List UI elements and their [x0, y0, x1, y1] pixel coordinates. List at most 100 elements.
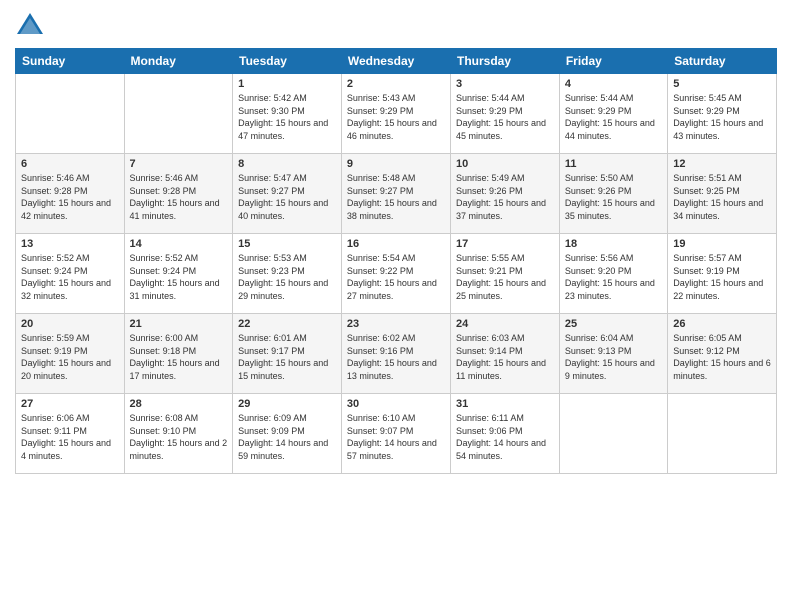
calendar-week-row: 20Sunrise: 5:59 AM Sunset: 9:19 PM Dayli…: [16, 314, 777, 394]
calendar-table: SundayMondayTuesdayWednesdayThursdayFrid…: [15, 48, 777, 474]
day-number: 4: [565, 78, 662, 90]
calendar-cell: 10 Sunrise: 5:49 AM Sunset: 9:26 PM Dayli…: [451, 154, 560, 234]
day-number: 11: [565, 158, 662, 170]
day-number: 15: [238, 238, 336, 250]
day-info: Sunrise: 5:47 AM Sunset: 9:27 PM Dayligh…: [238, 172, 336, 222]
calendar-cell: 26Sunrise: 6:05 AM Sunset: 9:12 PM Dayli…: [668, 314, 777, 394]
calendar-header-saturday: Saturday: [668, 49, 777, 74]
header: [15, 10, 777, 40]
calendar-cell: 5 Sunrise: 5:45 AM Sunset: 9:29 PM Daylig…: [668, 74, 777, 154]
calendar-cell: 4 Sunrise: 5:44 AM Sunset: 9:29 PM Daylig…: [559, 74, 667, 154]
calendar-header-row: SundayMondayTuesdayWednesdayThursdayFrid…: [16, 49, 777, 74]
day-info: Sunrise: 5:46 AM Sunset: 9:28 PM Dayligh…: [21, 172, 119, 222]
calendar-cell: 30 Sunrise: 6:10 AM Sunset: 9:07 PM Dayli…: [341, 394, 450, 474]
day-number: 31: [456, 398, 554, 410]
day-number: 22: [238, 318, 336, 330]
calendar-cell: 19Sunrise: 5:57 AM Sunset: 9:19 PM Dayli…: [668, 234, 777, 314]
calendar-cell: 21 Sunrise: 6:00 AM Sunset: 9:18 PM Dayli…: [124, 314, 233, 394]
day-number: 29: [238, 398, 336, 410]
calendar-cell: 6 Sunrise: 5:46 AM Sunset: 9:28 PM Daylig…: [16, 154, 125, 234]
day-info: Sunrise: 6:06 AM Sunset: 9:11 PM Dayligh…: [21, 412, 119, 462]
day-info: Sunrise: 5:53 AM Sunset: 9:23 PM Dayligh…: [238, 252, 336, 302]
day-number: 30: [347, 398, 445, 410]
day-number: 19: [673, 238, 771, 250]
day-info: Sunrise: 6:02 AM Sunset: 9:16 PM Dayligh…: [347, 332, 445, 382]
day-number: 7: [130, 158, 228, 170]
calendar-cell: 2 Sunrise: 5:43 AM Sunset: 9:29 PM Daylig…: [341, 74, 450, 154]
calendar-cell: 23 Sunrise: 6:02 AM Sunset: 9:16 PM Dayli…: [341, 314, 450, 394]
calendar-header-sunday: Sunday: [16, 49, 125, 74]
logo-icon: [15, 10, 45, 40]
day-number: 5: [673, 78, 771, 90]
day-number: 9: [347, 158, 445, 170]
day-number: 17: [456, 238, 554, 250]
calendar-cell: 17 Sunrise: 5:55 AM Sunset: 9:21 PM Dayli…: [451, 234, 560, 314]
day-number: 21: [130, 318, 228, 330]
calendar-week-row: 13 Sunrise: 5:52 AM Sunset: 9:24 PM Dayli…: [16, 234, 777, 314]
day-number: 20: [21, 318, 119, 330]
day-number: 27: [21, 398, 119, 410]
day-info: Sunrise: 5:56 AM Sunset: 9:20 PM Dayligh…: [565, 252, 662, 302]
day-info: Sunrise: 5:42 AM Sunset: 9:30 PM Dayligh…: [238, 92, 336, 142]
day-info: Sunrise: 5:44 AM Sunset: 9:29 PM Dayligh…: [565, 92, 662, 142]
day-info: Sunrise: 6:01 AM Sunset: 9:17 PM Dayligh…: [238, 332, 336, 382]
calendar-cell: 14 Sunrise: 5:52 AM Sunset: 9:24 PM Dayli…: [124, 234, 233, 314]
calendar-cell: 12 Sunrise: 5:51 AM Sunset: 9:25 PM Dayli…: [668, 154, 777, 234]
day-info: Sunrise: 5:51 AM Sunset: 9:25 PM Dayligh…: [673, 172, 771, 222]
day-number: 3: [456, 78, 554, 90]
calendar-week-row: 27 Sunrise: 6:06 AM Sunset: 9:11 PM Dayli…: [16, 394, 777, 474]
day-info: Sunrise: 5:43 AM Sunset: 9:29 PM Dayligh…: [347, 92, 445, 142]
day-number: 25: [565, 318, 662, 330]
day-number: 28: [130, 398, 228, 410]
calendar-cell: 29 Sunrise: 6:09 AM Sunset: 9:09 PM Dayli…: [233, 394, 342, 474]
day-info: Sunrise: 6:11 AM Sunset: 9:06 PM Dayligh…: [456, 412, 554, 462]
day-number: 18: [565, 238, 662, 250]
day-info: Sunrise: 5:44 AM Sunset: 9:29 PM Dayligh…: [456, 92, 554, 142]
calendar-header-friday: Friday: [559, 49, 667, 74]
day-number: 24: [456, 318, 554, 330]
calendar-cell: 24 Sunrise: 6:03 AM Sunset: 9:14 PM Dayli…: [451, 314, 560, 394]
calendar-cell: 28Sunrise: 6:08 AM Sunset: 9:10 PM Dayli…: [124, 394, 233, 474]
day-info: Sunrise: 5:48 AM Sunset: 9:27 PM Dayligh…: [347, 172, 445, 222]
day-info: Sunrise: 6:09 AM Sunset: 9:09 PM Dayligh…: [238, 412, 336, 462]
calendar-cell: 22 Sunrise: 6:01 AM Sunset: 9:17 PM Dayli…: [233, 314, 342, 394]
logo: [15, 10, 49, 40]
calendar-header-tuesday: Tuesday: [233, 49, 342, 74]
day-info: Sunrise: 5:46 AM Sunset: 9:28 PM Dayligh…: [130, 172, 228, 222]
day-info: Sunrise: 5:50 AM Sunset: 9:26 PM Dayligh…: [565, 172, 662, 222]
calendar-cell: 3 Sunrise: 5:44 AM Sunset: 9:29 PM Daylig…: [451, 74, 560, 154]
day-number: 23: [347, 318, 445, 330]
calendar-cell: 11 Sunrise: 5:50 AM Sunset: 9:26 PM Dayli…: [559, 154, 667, 234]
calendar-cell: 1 Sunrise: 5:42 AM Sunset: 9:30 PM Daylig…: [233, 74, 342, 154]
calendar-header-thursday: Thursday: [451, 49, 560, 74]
day-number: 14: [130, 238, 228, 250]
calendar-week-row: 6 Sunrise: 5:46 AM Sunset: 9:28 PM Daylig…: [16, 154, 777, 234]
day-info: Sunrise: 5:45 AM Sunset: 9:29 PM Dayligh…: [673, 92, 771, 142]
day-info: Sunrise: 5:52 AM Sunset: 9:24 PM Dayligh…: [130, 252, 228, 302]
calendar-cell: 18 Sunrise: 5:56 AM Sunset: 9:20 PM Dayli…: [559, 234, 667, 314]
day-number: 1: [238, 78, 336, 90]
calendar-cell: [559, 394, 667, 474]
calendar-cell: 16 Sunrise: 5:54 AM Sunset: 9:22 PM Dayli…: [341, 234, 450, 314]
day-number: 12: [673, 158, 771, 170]
calendar-cell: 13Sunrise: 5:52 AM Sunset: 9:24 PM Dayli…: [16, 234, 125, 314]
day-info: Sunrise: 6:00 AM Sunset: 9:18 PM Dayligh…: [130, 332, 228, 382]
day-number: 6: [21, 158, 119, 170]
day-number: 2: [347, 78, 445, 90]
day-number: 16: [347, 238, 445, 250]
day-info: Sunrise: 5:49 AM Sunset: 9:26 PM Dayligh…: [456, 172, 554, 222]
calendar-cell: [16, 74, 125, 154]
calendar-cell: [124, 74, 233, 154]
day-info: Sunrise: 6:03 AM Sunset: 9:14 PM Dayligh…: [456, 332, 554, 382]
day-info: Sunrise: 5:55 AM Sunset: 9:21 PM Dayligh…: [456, 252, 554, 302]
day-info: Sunrise: 5:54 AM Sunset: 9:22 PM Dayligh…: [347, 252, 445, 302]
calendar-header-monday: Monday: [124, 49, 233, 74]
calendar-cell: 15 Sunrise: 5:53 AM Sunset: 9:23 PM Dayli…: [233, 234, 342, 314]
day-number: 10: [456, 158, 554, 170]
calendar-cell: [668, 394, 777, 474]
calendar-cell: 8Sunrise: 5:47 AM Sunset: 9:27 PM Daylig…: [233, 154, 342, 234]
day-info: Sunrise: 6:10 AM Sunset: 9:07 PM Dayligh…: [347, 412, 445, 462]
day-info: Sunrise: 6:04 AM Sunset: 9:13 PM Dayligh…: [565, 332, 662, 382]
day-number: 13: [21, 238, 119, 250]
calendar-cell: 7 Sunrise: 5:46 AM Sunset: 9:28 PM Daylig…: [124, 154, 233, 234]
